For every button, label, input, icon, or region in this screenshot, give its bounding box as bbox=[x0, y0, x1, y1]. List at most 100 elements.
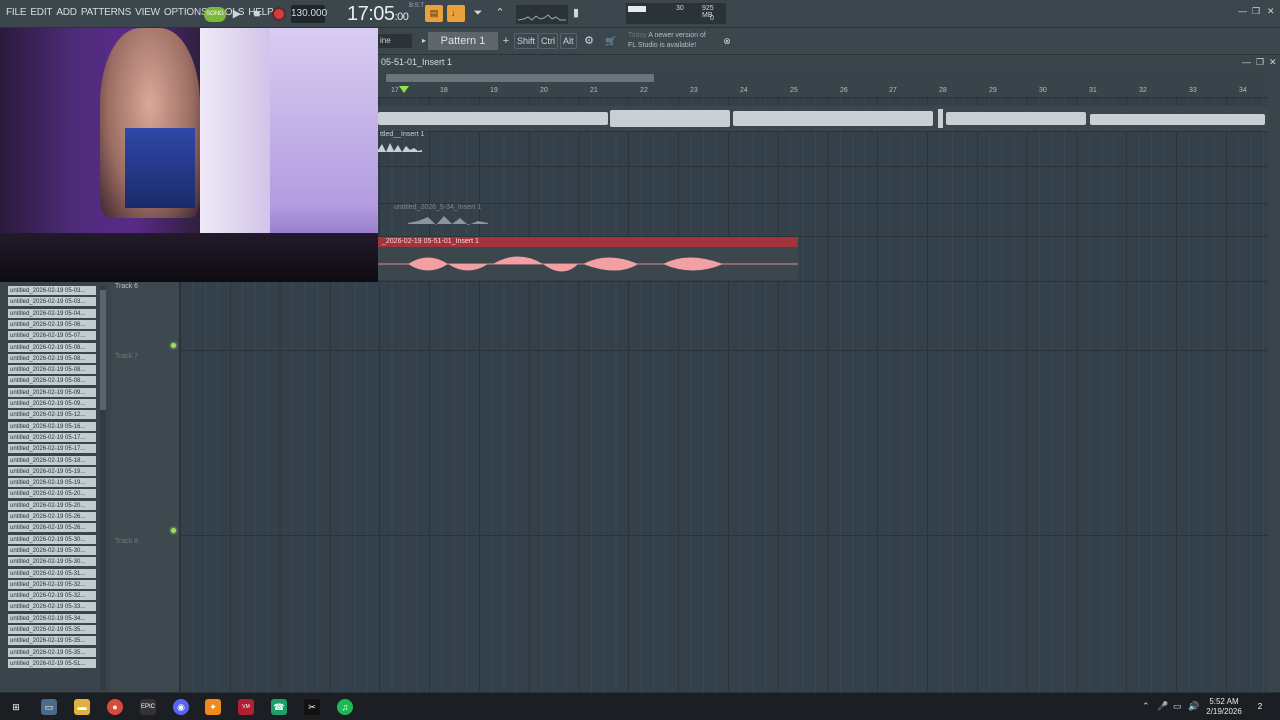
bar-31: 31 bbox=[1089, 87, 1097, 94]
audio-clip-red[interactable]: _2026-02-19 05-51-01_Insert 1 bbox=[378, 237, 798, 280]
notification-icon[interactable]: 2 bbox=[1252, 699, 1268, 715]
song-mode-toggle[interactable]: SONG bbox=[204, 7, 226, 22]
browser-file-item[interactable]: untitled_2026-02-19 05-09... bbox=[8, 399, 96, 409]
playlist-minimize-icon[interactable]: — bbox=[1242, 57, 1251, 67]
browser-file-item[interactable]: untitled_2026-02-19 05-16... bbox=[8, 421, 96, 432]
track-8-mute-led[interactable] bbox=[171, 528, 176, 533]
wait-input-icon[interactable]: ⏷ bbox=[469, 5, 487, 22]
shift-key-button[interactable]: Shift bbox=[514, 33, 539, 49]
fl-studio-icon[interactable]: ✦ bbox=[205, 699, 221, 715]
browser-file-item[interactable]: untitled_2026-02-19 05-35... bbox=[8, 647, 96, 658]
browser-file-item[interactable]: untitled_2026-02-19 05-34... bbox=[8, 613, 96, 624]
browser-file-item[interactable]: untitled_2026-02-19 05-04... bbox=[8, 308, 96, 319]
menu-view[interactable]: VIEW bbox=[135, 7, 160, 18]
alt-key-button[interactable]: Alt bbox=[560, 33, 577, 49]
microphone-icon[interactable]: 🎤 bbox=[1157, 701, 1168, 712]
browser-file-item[interactable]: untitled_2026-02-19 05-18... bbox=[8, 455, 96, 466]
chrome-icon[interactable]: ● bbox=[107, 699, 123, 715]
track-7-label[interactable]: Track 7 bbox=[115, 353, 138, 360]
browser-file-item[interactable]: untitled_2026-02-19 05-08... bbox=[8, 365, 96, 376]
menu-edit[interactable]: EDIT bbox=[30, 7, 52, 18]
window-restore-icon[interactable]: ❐ bbox=[1252, 6, 1260, 17]
spotify-icon[interactable]: ♫ bbox=[337, 699, 353, 715]
track-6-label[interactable]: Track 6 bbox=[115, 283, 138, 290]
capcut-icon[interactable]: ✂ bbox=[304, 699, 320, 715]
browser-file-item[interactable]: untitled_2026-02-19 05-03... bbox=[8, 297, 96, 308]
browser-file-item[interactable]: untitled_2026-02-19 05-17... bbox=[8, 432, 96, 443]
record-button[interactable] bbox=[272, 7, 286, 21]
browser-file-item[interactable]: untitled_2026-02-19 05-35... bbox=[8, 636, 96, 647]
browser-file-item[interactable]: untitled_2026-02-19 05-17... bbox=[8, 444, 96, 455]
browser-file-item[interactable]: untitled_2026-02-19 05-32... bbox=[8, 579, 96, 590]
audio-clip-ghost[interactable] bbox=[408, 213, 488, 233]
playlist-restore-icon[interactable]: ❐ bbox=[1256, 57, 1264, 68]
folder-icon[interactable]: ▬ bbox=[74, 699, 90, 715]
audio-clip-small[interactable] bbox=[378, 140, 424, 162]
track-8-label[interactable]: Track 8 bbox=[115, 538, 138, 545]
browser-file-item[interactable]: untitled_2026-02-19 05-51... bbox=[8, 658, 96, 669]
tempo-display[interactable]: 130.000 bbox=[291, 5, 327, 23]
browser-file-item[interactable]: untitled_2026-02-19 05-12... bbox=[8, 410, 96, 421]
windows-start-icon[interactable]: ⊞ bbox=[8, 699, 24, 715]
stop-button[interactable]: ■ bbox=[249, 6, 265, 22]
browser-file-item[interactable]: untitled_2026-02-19 05-09... bbox=[8, 387, 96, 398]
scroll-thumb[interactable] bbox=[386, 74, 654, 82]
browser-file-item[interactable]: untitled_2026-02-19 05-06... bbox=[8, 319, 96, 330]
browser-file-item[interactable]: untitled_2026-02-19 05-30... bbox=[8, 534, 96, 545]
menu-options[interactable]: OPTIONS bbox=[164, 7, 208, 18]
playlist-close-icon[interactable]: ✕ bbox=[1269, 57, 1277, 68]
browser-file-item[interactable]: untitled_2026-02-19 05-33... bbox=[8, 602, 96, 613]
browser-file-item[interactable]: untitled_2026-02-19 05-35... bbox=[8, 625, 96, 635]
ctrl-key-button[interactable]: Ctrl bbox=[538, 33, 558, 49]
epic-games-icon[interactable]: EPIC bbox=[140, 699, 156, 715]
browser-file-item[interactable]: untitled_2026-02-19 05-19... bbox=[8, 478, 96, 489]
browser-file-item[interactable]: untitled_2026-02-19 05-08... bbox=[8, 353, 96, 364]
menu-patterns[interactable]: PATTERNS bbox=[81, 7, 131, 18]
track-7-mute-led[interactable] bbox=[171, 343, 176, 348]
browser-file-item[interactable]: untitled_2026-02-19 05-26... bbox=[8, 523, 96, 534]
browser-file-item[interactable]: untitled_2026-02-19 05-08... bbox=[8, 376, 96, 387]
timeline-ruler[interactable]: 17 18 19 20 21 22 23 24 25 26 27 28 29 3… bbox=[378, 85, 1268, 98]
news-close-icon[interactable]: ⊗ bbox=[719, 33, 735, 49]
browser-file-item[interactable]: untitled_2026-02-19 05-03... bbox=[8, 286, 96, 296]
volume-icon[interactable]: 🔊 bbox=[1188, 701, 1199, 712]
browser-file-item[interactable]: untitled_2026-02-19 05-30... bbox=[8, 557, 96, 568]
voicemeeter-icon[interactable]: VM bbox=[238, 699, 254, 715]
window-minimize-icon[interactable]: — bbox=[1238, 6, 1247, 16]
tray-overflow-icon[interactable]: ⌃ bbox=[1142, 701, 1150, 712]
browser-file-item[interactable]: untitled_2026-02-19 05-30... bbox=[8, 545, 96, 556]
whatsapp-icon[interactable]: ☎ bbox=[271, 699, 287, 715]
discord-icon[interactable]: ◉ bbox=[173, 699, 189, 715]
countdown-icon[interactable]: ⌃ bbox=[491, 5, 509, 22]
network-icon[interactable]: ▭ bbox=[1173, 701, 1182, 712]
play-button[interactable]: ▶ bbox=[229, 6, 245, 22]
menu-add[interactable]: ADD bbox=[56, 7, 77, 18]
horizontal-scrollbar[interactable] bbox=[378, 72, 1268, 84]
shop-cart-icon[interactable]: 🛒 bbox=[603, 33, 619, 49]
add-pattern-icon[interactable]: + bbox=[498, 33, 514, 49]
settings-gear-icon[interactable]: ⚙ bbox=[581, 33, 597, 49]
audio-clip-main[interactable] bbox=[378, 106, 1268, 131]
snap-selector[interactable]: ine bbox=[378, 34, 412, 48]
window-close-icon[interactable]: ✕ bbox=[1267, 6, 1275, 17]
song-time-display[interactable]: 17:05:00 bbox=[347, 3, 409, 26]
browser-scrollbar[interactable] bbox=[100, 286, 106, 690]
browser-file-item[interactable]: untitled_2026-02-19 05-20... bbox=[8, 489, 96, 500]
browser-file-item[interactable]: untitled_2026-02-19 05-32... bbox=[8, 591, 96, 602]
browser-file-item[interactable]: untitled_2026-02-19 05-07... bbox=[8, 331, 96, 342]
pattern-song-icon[interactable]: ▤ bbox=[425, 5, 443, 22]
master-volume-icon[interactable]: ▮ bbox=[572, 5, 580, 22]
browser-file-item[interactable]: untitled_2026-02-19 05-19... bbox=[8, 466, 96, 477]
browser-file-item[interactable]: untitled_2026-02-19 05-08... bbox=[8, 342, 96, 353]
playhead-marker[interactable] bbox=[399, 86, 409, 93]
browser-scroll-thumb[interactable] bbox=[100, 290, 106, 410]
browser-file-item[interactable]: untitled_2026-02-19 05-26... bbox=[8, 512, 96, 522]
file-explorer-icon[interactable]: ▭ bbox=[41, 699, 57, 715]
pattern-selector[interactable]: Pattern 1 bbox=[428, 32, 498, 50]
news-panel[interactable]: Today A newer version of FL Studio is av… bbox=[628, 31, 706, 51]
metronome-icon[interactable]: ♩ bbox=[447, 5, 465, 22]
browser-file-item[interactable]: untitled_2026-02-19 05-20... bbox=[8, 500, 96, 511]
browser-file-item[interactable]: untitled_2026-02-19 05-31... bbox=[8, 568, 96, 579]
menu-file[interactable]: FILE bbox=[6, 7, 27, 18]
taskbar-clock[interactable]: 5:52 AM 2/19/2026 bbox=[1204, 697, 1244, 717]
